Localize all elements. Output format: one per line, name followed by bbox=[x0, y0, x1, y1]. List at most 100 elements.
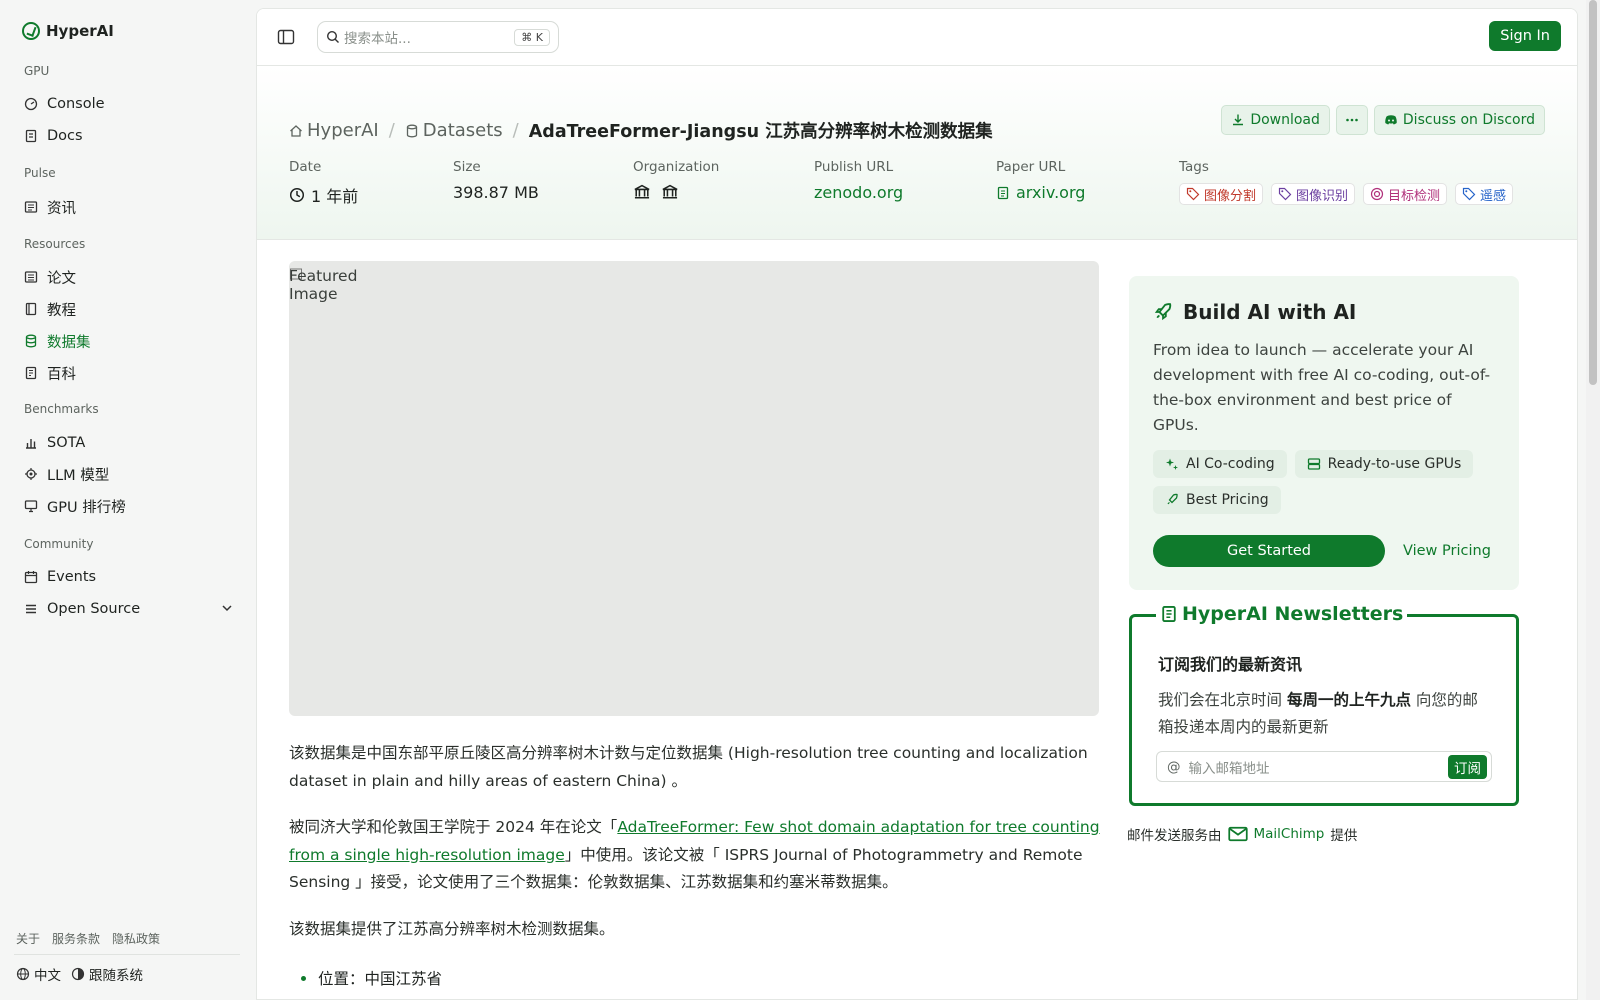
sidebar-item-console[interactable]: Console bbox=[24, 93, 234, 115]
sidebar-item-events[interactable]: Events bbox=[24, 566, 234, 588]
build-ai-card: Build AI with AI From idea to launch — a… bbox=[1129, 276, 1519, 590]
search-shortcut: ⌘ K bbox=[514, 28, 550, 46]
newspaper-icon bbox=[24, 200, 38, 214]
gauge-icon bbox=[24, 97, 38, 111]
nav-group-pulse: Pulse bbox=[24, 166, 56, 180]
privacy-link[interactable]: 隐私政策 bbox=[112, 930, 160, 947]
newsletter-title: HyperAI Newsletters bbox=[1182, 603, 1404, 625]
mailchimp-link[interactable]: MailChimp bbox=[1254, 826, 1325, 842]
paper-url-link[interactable]: arxiv.org bbox=[996, 183, 1085, 202]
footer-links: 关于 服务条款 隐私政策 bbox=[16, 930, 160, 947]
chip-icon bbox=[24, 467, 38, 481]
sidebar-item-datasets[interactable]: 数据集 bbox=[24, 330, 234, 352]
notebook-icon bbox=[24, 302, 38, 316]
sidebar-item-sota[interactable]: SOTA bbox=[24, 432, 234, 454]
discord-button[interactable]: Discuss on Discord bbox=[1373, 105, 1545, 135]
meta-label: Tags bbox=[1179, 159, 1209, 175]
newspaper-icon bbox=[1160, 605, 1178, 623]
list-item: 位置：中国江苏省 bbox=[301, 967, 442, 989]
search-input[interactable]: 搜索本站... bbox=[344, 27, 411, 47]
meta-size: Size 398.87 MB bbox=[453, 159, 539, 202]
sidebar-item-llm[interactable]: LLM 模型 bbox=[24, 463, 234, 485]
usage-paragraph: 被同济大学和伦敦国王学院于 2024 年在论文「AdaTreeFormer: F… bbox=[289, 818, 1100, 891]
discord-icon bbox=[1384, 113, 1398, 127]
sidebar-item-label: Open Source bbox=[47, 601, 141, 617]
sidebar-item-gpu-rank[interactable]: GPU 排行榜 bbox=[24, 495, 234, 517]
brand-logo[interactable]: HyperAI bbox=[22, 22, 114, 40]
about-link[interactable]: 关于 bbox=[16, 930, 40, 947]
chevron-down-icon[interactable] bbox=[220, 601, 234, 615]
list-icon bbox=[24, 602, 38, 616]
sidebar-item-tutorials[interactable]: 教程 bbox=[24, 298, 234, 320]
clock-icon bbox=[289, 187, 305, 203]
sidebar-item-label: Events bbox=[47, 569, 97, 585]
theme-label: 跟随系统 bbox=[89, 968, 143, 984]
sidebar-item-wiki[interactable]: 百科 bbox=[24, 362, 234, 384]
institution-icon[interactable] bbox=[633, 183, 651, 201]
tag[interactable]: 目标检测 bbox=[1363, 183, 1448, 205]
radar-icon bbox=[1370, 187, 1384, 201]
sidebar-item-news[interactable]: 资讯 bbox=[24, 196, 234, 218]
page-scrollbar[interactable] bbox=[1586, 0, 1600, 1000]
sidebar-item-papers[interactable]: 论文 bbox=[24, 266, 234, 288]
tag-icon bbox=[1186, 187, 1200, 201]
language-switcher[interactable]: 中文 bbox=[16, 964, 61, 984]
tag[interactable]: 图像分割 bbox=[1179, 183, 1264, 205]
terms-link[interactable]: 服务条款 bbox=[52, 930, 100, 947]
newsletter-card: HyperAI Newsletters 订阅我们的最新资讯 我们会在北京时间 每… bbox=[1129, 603, 1519, 806]
feature-list: AI Co-coding Ready-to-use GPUs Best Pric… bbox=[1153, 450, 1495, 514]
rocket-icon bbox=[1165, 493, 1179, 507]
sidebar-toggle-icon[interactable] bbox=[277, 28, 295, 46]
tag[interactable]: 图像识别 bbox=[1271, 183, 1356, 205]
featured-image: Featured Image bbox=[289, 261, 1099, 716]
top-bar: 搜索本站... ⌘ K Sign In bbox=[257, 9, 1577, 66]
newsletter-description: 我们会在北京时间 每周一的上午九点 向您的邮箱投递本周内的最新更新 bbox=[1158, 691, 1478, 736]
summary-paragraph: 该数据集提供了江苏高分辨率树木检测数据集。 bbox=[289, 920, 615, 938]
paper-icon bbox=[24, 270, 38, 284]
email-field[interactable]: @ 输入邮箱地址 订阅 bbox=[1156, 751, 1492, 782]
feature-chip: Best Pricing bbox=[1153, 486, 1281, 514]
download-button[interactable]: Download bbox=[1221, 105, 1330, 135]
nav-group-community: Community bbox=[24, 537, 94, 551]
theme-switcher[interactable]: 跟随系统 bbox=[71, 964, 143, 984]
page-title: AdaTreeFormer-Jiangsu 江苏高分辨率树木检测数据集 bbox=[528, 122, 993, 142]
institution-icon[interactable] bbox=[661, 183, 679, 201]
meta-label: Organization bbox=[633, 159, 720, 175]
brand-name: HyperAI bbox=[46, 22, 114, 40]
footer-divider bbox=[14, 954, 240, 955]
publish-url-link[interactable]: zenodo.org bbox=[814, 183, 903, 202]
sign-in-button[interactable]: Sign In bbox=[1489, 21, 1561, 51]
meta-tags: Tags 图像分割 图像识别 目标检测 遥感 bbox=[1179, 159, 1514, 205]
breadcrumb-home[interactable]: HyperAI bbox=[289, 120, 379, 141]
server-icon bbox=[1307, 457, 1321, 471]
mail-service-note: 邮件发送服务由 MailChimp 提供 bbox=[1127, 826, 1358, 844]
more-horizontal-icon bbox=[1345, 113, 1359, 127]
rocket-icon bbox=[1153, 302, 1173, 322]
breadcrumb-datasets[interactable]: Datasets bbox=[405, 120, 503, 141]
nav-group-benchmarks: Benchmarks bbox=[24, 402, 99, 416]
scrollbar-thumb[interactable] bbox=[1589, 0, 1597, 385]
get-started-button[interactable]: Get Started bbox=[1153, 535, 1385, 567]
nav-group-resources: Resources bbox=[24, 237, 86, 251]
tag[interactable]: 遥感 bbox=[1455, 183, 1514, 205]
featured-image-alt: Featured Image bbox=[289, 267, 358, 303]
sidebar-item-label: Console bbox=[47, 96, 105, 112]
footer-settings: 中文 跟随系统 bbox=[16, 964, 143, 984]
search-icon bbox=[326, 30, 340, 44]
search-box[interactable]: 搜索本站... ⌘ K bbox=[317, 21, 559, 53]
subscribe-button[interactable]: 订阅 bbox=[1448, 754, 1487, 779]
more-options-button[interactable] bbox=[1335, 105, 1368, 135]
newsletter-heading: 订阅我们的最新资讯 bbox=[1158, 655, 1303, 674]
meta-label: Size bbox=[453, 159, 481, 175]
tag-icon bbox=[1278, 187, 1292, 201]
language-label: 中文 bbox=[34, 968, 61, 984]
sidebar-item-open-source[interactable]: Open Source bbox=[24, 598, 234, 620]
email-input[interactable]: 输入邮箱地址 bbox=[1189, 757, 1270, 777]
main-panel: 搜索本站... ⌘ K Sign In HyperAI / Datasets /… bbox=[256, 8, 1578, 1000]
breadcrumb-separator: / bbox=[388, 120, 395, 141]
view-pricing-link[interactable]: View Pricing bbox=[1403, 543, 1491, 559]
bar-chart-icon bbox=[24, 436, 38, 450]
sidebar-item-docs[interactable]: Docs bbox=[24, 125, 234, 147]
sidebar-item-label: LLM 模型 bbox=[47, 467, 110, 484]
meta-label: Publish URL bbox=[814, 159, 894, 175]
